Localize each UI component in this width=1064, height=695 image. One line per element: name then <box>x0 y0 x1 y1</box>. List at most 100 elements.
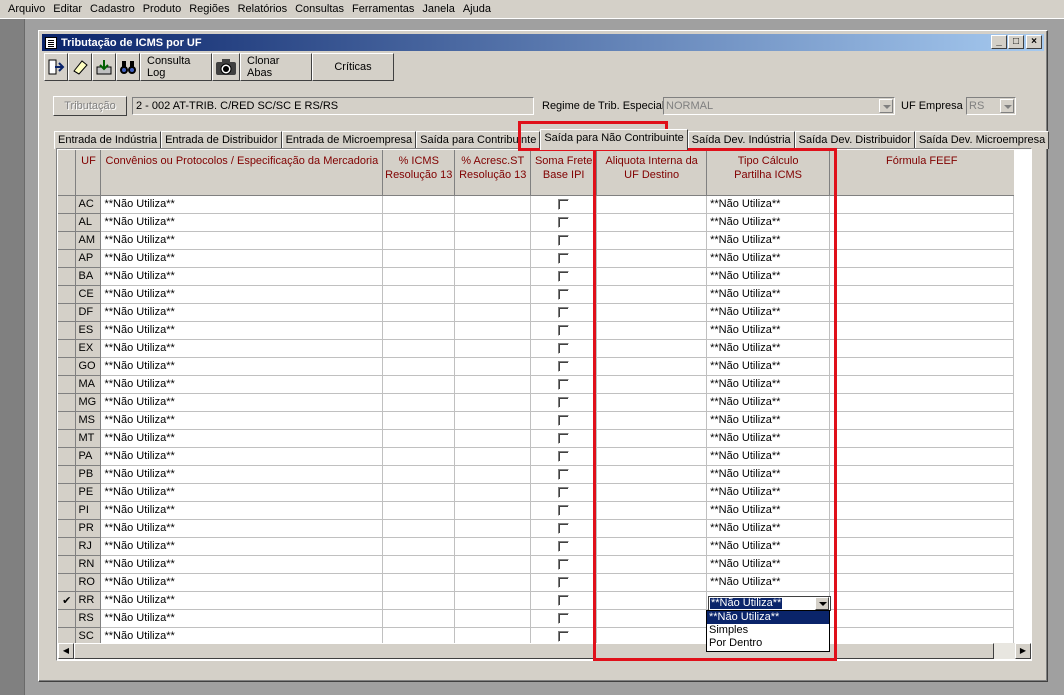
tipo-calculo-cell[interactable]: **Não Utiliza** <box>706 519 831 538</box>
soma-frete-cell[interactable] <box>530 375 598 394</box>
feef-cell[interactable] <box>829 609 1014 628</box>
vertical-scrollbar[interactable]: ▲ ▼ <box>1031 150 1032 643</box>
soma-frete-cell[interactable] <box>530 483 598 502</box>
feef-cell[interactable] <box>829 447 1014 466</box>
acresc-cell[interactable] <box>454 321 532 340</box>
soma-frete-cell[interactable] <box>530 609 598 628</box>
col-header-icms[interactable]: % ICMS Resolução 13 <box>382 150 456 196</box>
soma-frete-cell[interactable] <box>530 195 598 214</box>
soma-frete-cell[interactable] <box>530 231 598 250</box>
row-indicator[interactable] <box>58 393 77 412</box>
convenio-cell[interactable]: **Não Utiliza** <box>100 483 384 502</box>
feef-cell[interactable] <box>829 591 1014 610</box>
col-header-uf[interactable]: UF <box>75 150 102 196</box>
soma-frete-cell[interactable] <box>530 447 598 466</box>
menu-item[interactable]: Relatórios <box>234 3 292 15</box>
acresc-cell[interactable] <box>454 303 532 322</box>
tipo-calculo-combo[interactable]: **Não Utiliza** <box>708 596 831 611</box>
aliquota-cell[interactable] <box>596 357 708 376</box>
convenio-cell[interactable]: **Não Utiliza** <box>100 501 384 520</box>
feef-cell[interactable] <box>829 231 1014 250</box>
row-indicator[interactable] <box>58 609 77 628</box>
menu-item[interactable]: Regiões <box>185 3 233 15</box>
icms-cell[interactable] <box>382 483 456 502</box>
tab-item[interactable]: Saída Dev. Microempresa <box>914 131 1050 149</box>
feef-cell[interactable] <box>829 627 1014 643</box>
acresc-cell[interactable] <box>454 519 532 538</box>
checkbox[interactable] <box>558 306 570 318</box>
soma-frete-cell[interactable] <box>530 321 598 340</box>
table-row[interactable]: MT **Não Utiliza** **Não Utiliza** <box>58 429 1014 448</box>
uf-cell[interactable]: AC <box>75 195 102 214</box>
table-row[interactable]: MG **Não Utiliza** **Não Utiliza** <box>58 393 1014 412</box>
maximize-button[interactable]: □ <box>1008 35 1024 49</box>
tipo-calculo-cell[interactable]: **Não Utiliza** <box>706 411 831 430</box>
aliquota-cell[interactable] <box>596 411 708 430</box>
row-indicator[interactable] <box>58 321 77 340</box>
acresc-cell[interactable] <box>454 195 532 214</box>
convenio-cell[interactable]: **Não Utiliza** <box>100 411 384 430</box>
tipo-calculo-cell[interactable]: **Não Utiliza** <box>706 357 831 376</box>
icms-cell[interactable] <box>382 591 456 610</box>
scroll-thumb-vertical[interactable] <box>1031 166 1032 182</box>
tipo-calculo-cell[interactable]: **Não Utiliza** <box>706 321 831 340</box>
uf-cell[interactable]: DF <box>75 303 102 322</box>
chevron-down-icon[interactable] <box>879 99 893 113</box>
convenio-cell[interactable]: **Não Utiliza** <box>100 393 384 412</box>
tipo-calculo-cell[interactable]: **Não Utiliza** <box>706 249 831 268</box>
soma-frete-cell[interactable] <box>530 573 598 592</box>
table-row[interactable]: BA **Não Utiliza** **Não Utiliza** <box>58 267 1014 286</box>
uf-cell[interactable]: PA <box>75 447 102 466</box>
soma-frete-cell[interactable] <box>530 249 598 268</box>
soma-frete-cell[interactable] <box>530 519 598 538</box>
menu-item[interactable]: Janela <box>418 3 458 15</box>
table-row[interactable]: MA **Não Utiliza** **Não Utiliza** <box>58 375 1014 394</box>
soma-frete-cell[interactable] <box>530 537 598 556</box>
soma-frete-cell[interactable] <box>530 267 598 286</box>
tipo-calculo-cell[interactable]: **Não Utiliza** <box>706 339 831 358</box>
uf-empresa-select[interactable]: RS <box>966 97 1016 115</box>
acresc-cell[interactable] <box>454 213 532 232</box>
aliquota-cell[interactable] <box>596 483 708 502</box>
row-indicator[interactable] <box>58 627 77 643</box>
convenio-cell[interactable]: **Não Utiliza** <box>100 321 384 340</box>
scroll-right-icon[interactable]: ▶ <box>1015 643 1031 659</box>
checkbox[interactable] <box>558 504 570 516</box>
acresc-cell[interactable] <box>454 339 532 358</box>
acresc-cell[interactable] <box>454 231 532 250</box>
soma-frete-cell[interactable] <box>530 357 598 376</box>
row-indicator[interactable] <box>58 231 77 250</box>
row-indicator[interactable] <box>58 339 77 358</box>
horizontal-scrollbar[interactable]: ◀ ▶ <box>58 643 1031 659</box>
uf-cell[interactable]: PR <box>75 519 102 538</box>
checkbox[interactable] <box>558 234 570 246</box>
tipo-calculo-cell[interactable]: **Não Utiliza** <box>706 195 831 214</box>
tipo-calculo-cell[interactable]: **Não Utiliza** <box>706 393 831 412</box>
convenio-cell[interactable]: **Não Utiliza** <box>100 429 384 448</box>
acresc-cell[interactable] <box>454 249 532 268</box>
scroll-up-icon[interactable]: ▲ <box>1031 150 1032 166</box>
convenio-cell[interactable]: **Não Utiliza** <box>100 195 384 214</box>
menu-item[interactable]: Ferramentas <box>348 3 418 15</box>
col-header-acresc[interactable]: % Acresc.ST Resolução 13 <box>454 150 532 196</box>
acresc-cell[interactable] <box>454 357 532 376</box>
row-indicator[interactable] <box>58 573 77 592</box>
option-simples[interactable]: Simples <box>707 624 829 637</box>
checkbox[interactable] <box>558 342 570 354</box>
exit-icon[interactable] <box>44 53 68 81</box>
row-indicator[interactable] <box>58 411 77 430</box>
icms-cell[interactable] <box>382 375 456 394</box>
icms-cell[interactable] <box>382 213 456 232</box>
uf-cell[interactable]: PI <box>75 501 102 520</box>
icms-cell[interactable] <box>382 555 456 574</box>
table-row[interactable]: ES **Não Utiliza** **Não Utiliza** <box>58 321 1014 340</box>
icms-cell[interactable] <box>382 321 456 340</box>
table-row[interactable]: ✔ RR **Não Utiliza** <box>58 591 1014 610</box>
tab-item[interactable]: Entrada de Indústria <box>54 131 162 149</box>
scroll-left-icon[interactable]: ◀ <box>58 643 74 659</box>
icms-cell[interactable] <box>382 447 456 466</box>
soma-frete-cell[interactable] <box>530 393 598 412</box>
soma-frete-cell[interactable] <box>530 303 598 322</box>
checkbox[interactable] <box>558 198 570 210</box>
table-row[interactable]: RJ **Não Utiliza** **Não Utiliza** <box>58 537 1014 556</box>
